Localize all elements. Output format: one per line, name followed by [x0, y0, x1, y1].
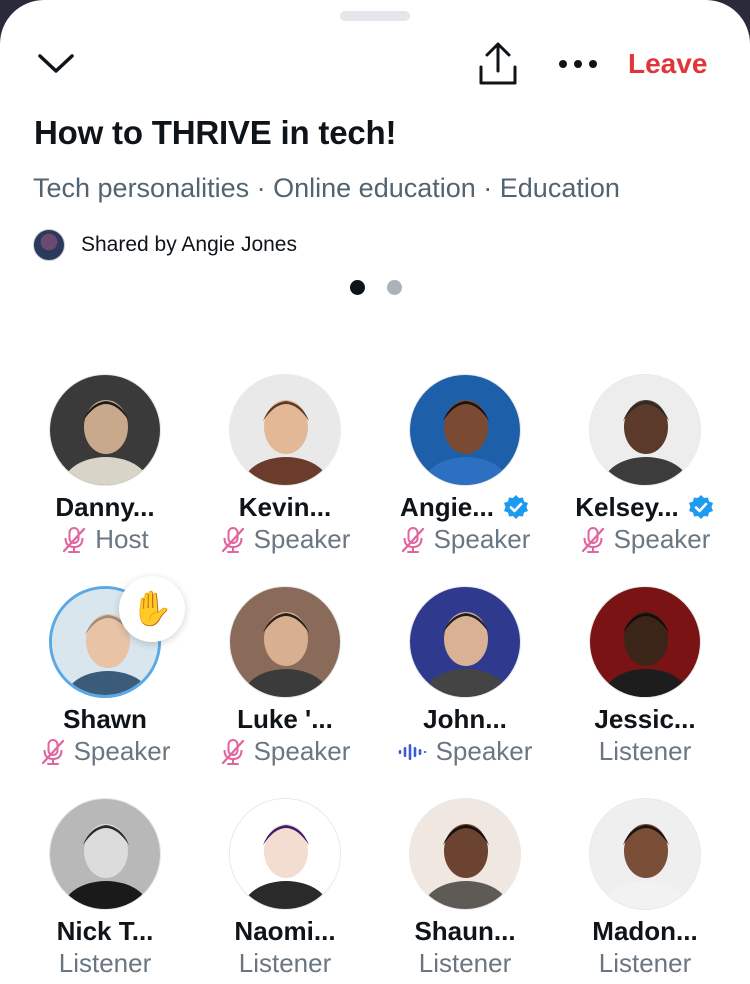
raised-hand-icon: ✋ [119, 576, 185, 642]
participant-role-row: Speaker [375, 736, 555, 767]
participant-role: Listener [238, 948, 332, 978]
verified-badge-icon [503, 494, 528, 519]
participant-avatar[interactable] [229, 798, 341, 910]
participant-role: Speaker [253, 736, 351, 766]
participant-avatar[interactable] [409, 586, 521, 698]
participant-role: Listener [598, 736, 692, 766]
participant-name: Kevin... [238, 492, 332, 522]
sharer-avatar [33, 229, 65, 261]
participant-name-row: Danny... [15, 492, 195, 523]
participant-role: Listener [598, 948, 692, 978]
participant-name: Angie... [400, 492, 494, 522]
participant-name: Shawn [63, 704, 147, 734]
participant-name-row: Kelsey... [555, 492, 735, 523]
participant-name-row: Naomi... [195, 916, 375, 947]
participant-role-row: Listener [555, 948, 735, 979]
participant-avatar[interactable] [49, 798, 161, 910]
shared-by[interactable]: Shared by Angie Jones [33, 229, 297, 261]
participant-name: John... [423, 704, 507, 734]
participant-name: Kelsey... [575, 492, 679, 522]
shared-by-text: Shared by Angie Jones [81, 233, 297, 256]
topic-education[interactable]: Education [500, 173, 620, 203]
participant-role-row: Speaker [195, 736, 375, 767]
participant-name-row: Madon... [555, 916, 735, 947]
participant-avatar[interactable] [589, 798, 701, 910]
participant-avatar[interactable] [589, 586, 701, 698]
mic-muted-icon [221, 738, 244, 765]
leave-button[interactable]: Leave [628, 44, 728, 84]
participant-role-row: Speaker [195, 524, 375, 555]
participant-name-row: Luke '... [195, 704, 375, 735]
participant-avatar[interactable] [589, 374, 701, 486]
speaking-wave-icon [398, 743, 426, 760]
share-icon [479, 42, 517, 85]
participant-name: Nick T... [56, 916, 154, 946]
more-button[interactable] [548, 40, 608, 88]
participant-role: Host [95, 524, 149, 554]
participant-name-row: Shawn [15, 704, 195, 735]
participant-role: Speaker [435, 736, 533, 766]
page-dot-1[interactable] [350, 280, 365, 295]
participant-role-row: Listener [555, 736, 735, 767]
participant-avatar[interactable] [409, 374, 521, 486]
chevron-down-icon [38, 54, 74, 73]
participant-role: Listener [58, 948, 152, 978]
space-sheet: Leave How to THRIVE in tech! Tech person… [0, 0, 750, 984]
participant-name-row: Kevin... [195, 492, 375, 523]
participant-name: Luke '... [237, 704, 333, 734]
participant-avatar[interactable] [49, 374, 161, 486]
share-button[interactable] [470, 36, 526, 92]
participant-role: Listener [418, 948, 512, 978]
participant-avatar[interactable] [229, 374, 341, 486]
participant-avatar[interactable] [409, 798, 521, 910]
participant-role-row: Listener [15, 948, 195, 979]
participant-name: Shaun... [414, 916, 516, 946]
mic-muted-icon [63, 526, 86, 553]
participant-role: Speaker [433, 524, 531, 554]
mic-muted-icon [221, 526, 244, 553]
participant-role-row: Listener [195, 948, 375, 979]
participant-name-row: Nick T... [15, 916, 195, 947]
topic-online-education[interactable]: Online education [273, 173, 476, 203]
topic-separator: · [475, 173, 500, 203]
participant-name-row: Jessic... [555, 704, 735, 735]
participant-role-row: Listener [375, 948, 555, 979]
participant-role: Speaker [73, 736, 171, 766]
mic-muted-icon [581, 526, 604, 553]
participant-name-row: Shaun... [375, 916, 555, 947]
participant-name-row: John... [375, 704, 555, 735]
participant-name-row: Angie... [375, 492, 555, 523]
topic-tech-personalities[interactable]: Tech personalities [33, 173, 249, 203]
participant-name: Danny... [55, 492, 155, 522]
participant-role-row: Host [15, 524, 195, 555]
mic-muted-icon [41, 738, 64, 765]
space-title: How to THRIVE in tech! [34, 114, 397, 151]
participant-role: Speaker [613, 524, 711, 554]
mic-muted-icon [401, 526, 424, 553]
topic-list: Tech personalities · Online education · … [33, 173, 620, 204]
participant-role-row: Speaker [375, 524, 555, 555]
more-icon [559, 60, 597, 68]
participant-role-row: Speaker [15, 736, 195, 767]
collapse-button[interactable] [32, 42, 80, 86]
participant-avatar[interactable] [229, 586, 341, 698]
participant-name: Jessic... [594, 704, 696, 734]
participant-role: Speaker [253, 524, 351, 554]
participant-role-row: Speaker [555, 524, 735, 555]
topic-separator: · [249, 173, 274, 203]
participant-name: Madon... [592, 916, 698, 946]
participant-name: Naomi... [234, 916, 336, 946]
page-indicator [350, 280, 402, 295]
page-dot-2[interactable] [387, 280, 402, 295]
sheet-grabber[interactable] [340, 11, 410, 21]
verified-badge-icon [688, 494, 713, 519]
